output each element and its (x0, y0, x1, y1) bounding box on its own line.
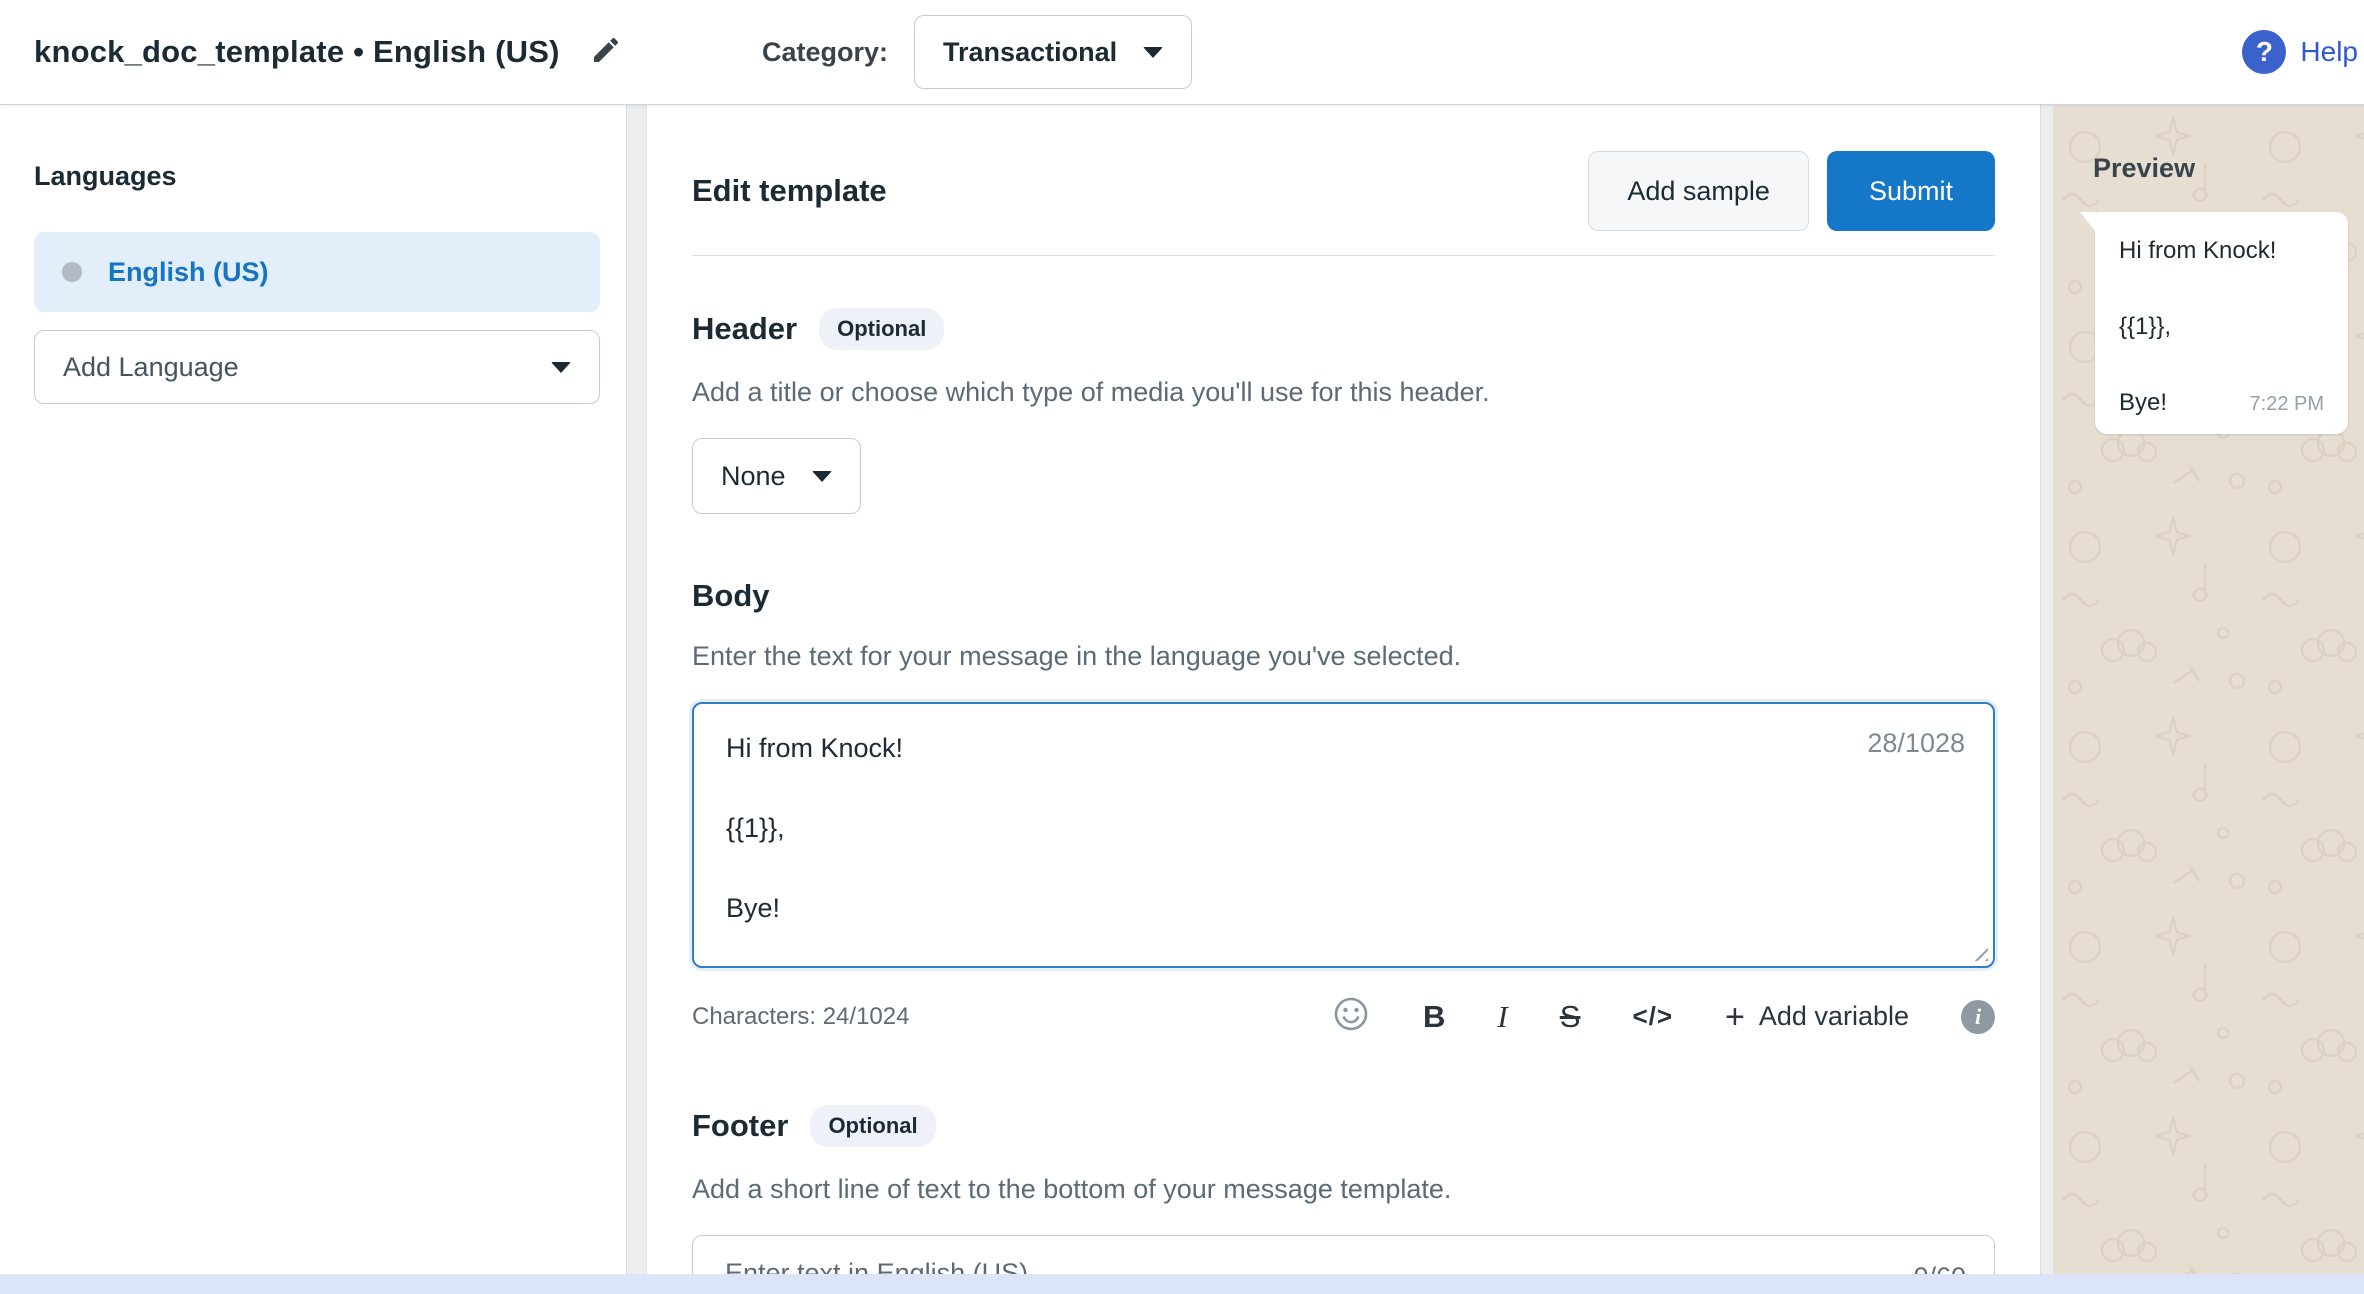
body-textarea[interactable]: Hi from Knock! {{1}}, Bye! (694, 704, 1993, 966)
header-media-value: None (721, 461, 786, 492)
preview-heading: Preview (2093, 153, 2364, 184)
code-button[interactable]: </> (1632, 1001, 1673, 1032)
chevron-down-icon (1143, 47, 1163, 58)
body-section-description: Enter the text for your message in the l… (692, 640, 1995, 672)
smiley-icon (1331, 994, 1371, 1039)
left-scrollbar-gutter (626, 105, 647, 1294)
help-icon: ? (2242, 30, 2286, 74)
languages-sidebar: Languages English (US) Add Language (0, 105, 626, 1294)
edit-template-header-row: Edit template Add sample Submit (692, 151, 1995, 231)
page-title: Edit template (692, 173, 1588, 209)
emoji-button[interactable] (1331, 994, 1371, 1039)
help-link[interactable]: ? Help (2242, 30, 2358, 74)
submit-button[interactable]: Submit (1827, 151, 1995, 231)
chevron-down-icon (812, 471, 832, 482)
optional-badge: Optional (810, 1105, 935, 1147)
characters-count-label: Characters: 24/1024 (692, 1003, 1331, 1031)
body-toolbar: Characters: 24/1024 B I (692, 994, 1995, 1039)
add-variable-button[interactable]: + Add variable (1725, 1000, 1909, 1034)
edit-template-panel: Edit template Add sample Submit Header O… (647, 105, 2040, 1294)
bold-button[interactable]: B (1423, 999, 1445, 1035)
add-language-label: Add Language (63, 352, 239, 383)
language-status-dot (62, 262, 82, 282)
message-bubble: Hi from Knock! {{1}}, Bye! 7:22 PM (2095, 212, 2348, 434)
plus-icon: + (1725, 1000, 1745, 1034)
edit-title-button[interactable] (590, 34, 622, 71)
header-media-dropdown[interactable]: None (692, 438, 861, 514)
strikethrough-button[interactable]: S (1560, 999, 1581, 1035)
language-label: English (US) (108, 257, 269, 288)
header-section: Header Optional Add a title or choose wh… (692, 308, 1995, 514)
body-char-counter: 28/1028 (1867, 728, 1965, 759)
bubble-line: {{1}}, (2119, 312, 2324, 342)
add-variable-label: Add variable (1759, 1001, 1909, 1032)
category-value: Transactional (943, 37, 1117, 68)
whatsapp-template-editor: knock_doc_template • English (US) Catego… (0, 0, 2364, 1294)
bubble-line: Hi from Knock! (2119, 236, 2324, 266)
optional-badge: Optional (819, 308, 944, 350)
top-bar: knock_doc_template • English (US) Catego… (0, 0, 2364, 105)
right-scrollbar-gutter (2040, 105, 2054, 1294)
footer-section: Footer Optional Add a short line of text… (692, 1105, 1995, 1294)
add-language-dropdown[interactable]: Add Language (34, 330, 600, 404)
footer-section-description: Add a short line of text to the bottom o… (692, 1173, 1995, 1205)
chevron-down-icon (551, 362, 571, 373)
bubble-line: Bye! (2119, 388, 2167, 418)
body-textarea-container: Hi from Knock! {{1}}, Bye! 28/1028 (692, 702, 1995, 968)
message-timestamp: 7:22 PM (2250, 393, 2324, 418)
preview-panel: Preview Hi from Knock! {{1}}, Bye! 7:22 … (2053, 105, 2364, 1294)
category-dropdown[interactable]: Transactional (914, 15, 1192, 89)
divider (692, 255, 1995, 256)
header-section-description: Add a title or choose which type of medi… (692, 376, 1995, 408)
bottom-strip (0, 1274, 2364, 1294)
help-label: Help (2300, 36, 2358, 68)
footer-section-title: Footer (692, 1108, 788, 1144)
sidebar-item-english-us[interactable]: English (US) (34, 232, 600, 312)
template-title: knock_doc_template • English (US) (34, 34, 560, 70)
body-section: Body Enter the text for your message in … (692, 578, 1995, 1039)
category-group: Category: Transactional (762, 15, 1192, 89)
body-section-title: Body (692, 578, 770, 614)
pencil-icon (590, 34, 622, 71)
category-label: Category: (762, 37, 888, 68)
info-icon[interactable]: i (1961, 1000, 1995, 1034)
add-sample-button[interactable]: Add sample (1588, 151, 1809, 231)
header-section-title: Header (692, 311, 797, 347)
languages-heading: Languages (34, 161, 600, 192)
italic-button[interactable]: I (1497, 999, 1507, 1035)
